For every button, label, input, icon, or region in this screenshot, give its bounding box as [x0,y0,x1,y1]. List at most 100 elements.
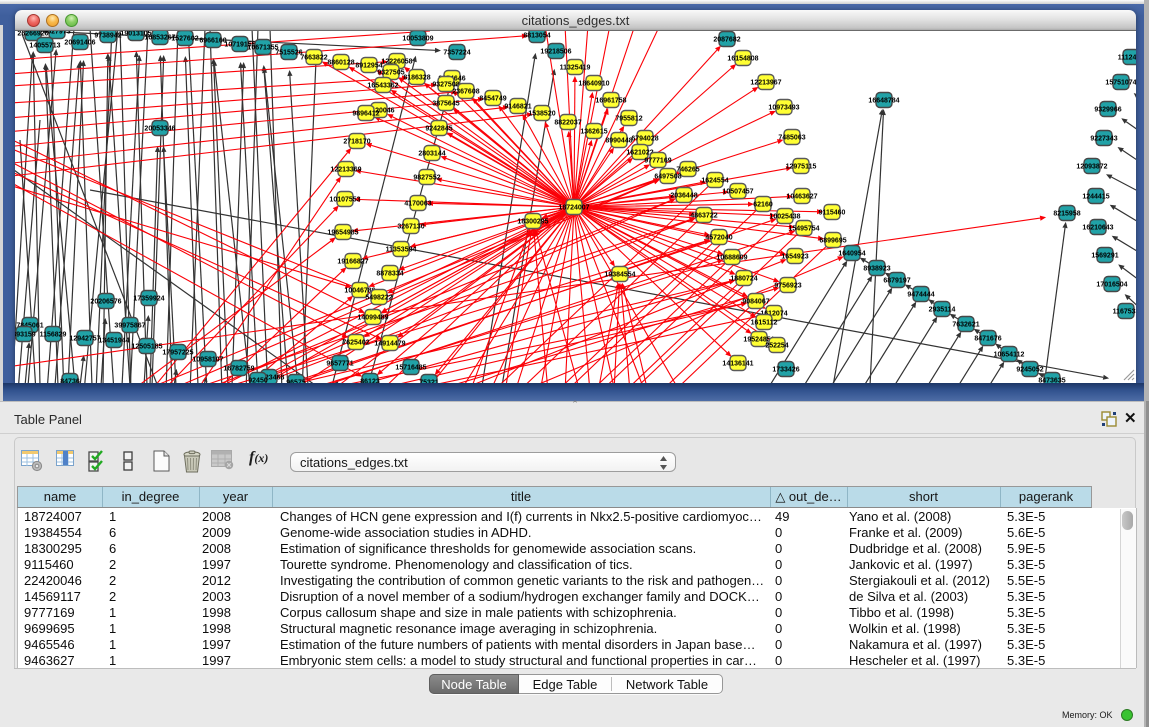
svg-text:10507457: 10507457 [722,188,753,195]
svg-text:2718170: 2718170 [343,138,370,145]
svg-text:11325419: 11325419 [560,64,591,71]
svg-text:19218506: 19218506 [540,48,571,55]
svg-text:6497508: 6497508 [654,173,681,180]
svg-text:12975115: 12975115 [786,163,817,170]
svg-text:18300295: 18300295 [517,218,548,225]
svg-text:9896412: 9896412 [352,110,379,117]
svg-text:10654112: 10654112 [994,351,1025,358]
svg-text:6879197: 6879197 [883,277,910,284]
svg-text:8454749: 8454749 [479,95,506,102]
svg-text:9827552: 9827552 [413,174,440,181]
svg-text:12213369: 12213369 [330,166,361,173]
svg-text:12505185: 12505185 [131,343,162,350]
svg-text:4572040: 4572040 [705,234,732,241]
svg-text:62160: 62160 [753,201,773,208]
svg-text:252254: 252254 [765,342,788,349]
svg-text:2935114: 2935114 [929,306,956,313]
svg-text:8878334: 8878334 [376,270,403,277]
svg-text:1733426: 1733426 [772,366,799,373]
svg-text:6794028: 6794028 [631,135,658,142]
svg-text:9227343: 9227343 [1090,135,1117,142]
svg-text:10958107: 10958107 [192,356,223,363]
svg-text:9657771: 9657771 [326,360,353,367]
svg-text:8860128: 8860128 [327,59,354,66]
svg-text:20691406: 20691406 [64,39,95,46]
svg-text:1569291: 1569291 [1091,252,1118,259]
svg-text:10025438: 10025438 [769,213,800,220]
svg-text:7485063: 7485063 [778,134,805,141]
svg-text:1156829: 1156829 [40,331,67,338]
svg-text:13451944: 13451944 [98,337,129,344]
svg-text:19384554: 19384554 [604,271,635,278]
svg-text:9327505: 9327505 [377,69,404,76]
svg-text:9242845: 9242845 [425,125,452,132]
svg-text:8471676: 8471676 [974,335,1001,342]
svg-text:20053346: 20053346 [144,125,175,132]
svg-text:7625402: 7625402 [342,339,369,346]
svg-text:14136141: 14136141 [722,360,753,367]
svg-text:1527602: 1527602 [171,35,198,42]
svg-text:746265: 746265 [676,166,699,173]
svg-text:15495754: 15495754 [788,225,819,232]
svg-text:7632621: 7632621 [952,321,979,328]
svg-text:8912954: 8912954 [355,62,382,69]
svg-text:2803144: 2803144 [418,150,445,157]
svg-text:9738942: 9738942 [94,32,121,39]
svg-text:10053809: 10053809 [402,35,433,42]
svg-text:17359924: 17359924 [133,295,164,302]
svg-text:18724007: 18724007 [558,204,589,211]
svg-text:9327508: 9327508 [432,81,459,88]
svg-text:8186328: 8186328 [403,74,430,81]
svg-text:6899695: 6899695 [819,237,846,244]
svg-text:3875645: 3875645 [432,100,459,107]
svg-text:10463627: 10463627 [786,193,817,200]
svg-text:9146821: 9146821 [504,103,531,110]
svg-text:14099489: 14099489 [357,314,388,321]
svg-text:5498222: 5498222 [365,294,392,301]
svg-text:393159: 393159 [15,331,36,338]
svg-text:7955812: 7955812 [615,115,642,122]
svg-text:1112473: 1112473 [1118,54,1136,61]
svg-text:15716485: 15716485 [395,364,426,371]
svg-text:4170063: 4170063 [404,200,431,207]
svg-text:19654985: 19654985 [327,229,358,236]
svg-text:10107553: 10107553 [329,196,360,203]
svg-text:18640910: 18640910 [578,80,609,87]
svg-text:4863722: 4863722 [690,212,717,219]
svg-text:2036448: 2036448 [670,192,697,199]
svg-text:1538520: 1538520 [528,110,555,117]
svg-text:17957225: 17957225 [162,349,193,356]
svg-text:9777169: 9777169 [644,157,671,164]
svg-text:11353594: 11353594 [386,246,417,253]
svg-text:9756923: 9756923 [774,282,801,289]
svg-text:12213967: 12213967 [750,79,781,86]
svg-text:19166827: 19166827 [337,258,368,265]
svg-text:14914479: 14914479 [374,340,405,347]
svg-text:2087682: 2087682 [713,36,740,43]
svg-text:1615112: 1615112 [751,319,778,326]
svg-text:1880724: 1880724 [730,275,757,282]
svg-text:8990448: 8990448 [605,137,632,144]
svg-text:16154808: 16154808 [727,55,758,62]
svg-text:1167533: 1167533 [1113,308,1136,315]
svg-text:1654923: 1654923 [781,253,808,260]
svg-text:9474444: 9474444 [907,291,934,298]
svg-text:9115460: 9115460 [819,209,846,216]
svg-text:3267130: 3267130 [397,223,424,230]
svg-text:15751074: 15751074 [1105,79,1136,86]
svg-text:12942757: 12942757 [69,335,100,342]
svg-text:17016504: 17016504 [1096,281,1127,288]
svg-text:16543362: 16543362 [367,82,398,89]
svg-text:10688609: 10688609 [716,254,747,261]
svg-text:8215958: 8215958 [1053,210,1080,217]
svg-text:1640954: 1640954 [838,250,865,257]
svg-text:8822037: 8822037 [554,119,581,126]
svg-text:16210643: 16210643 [1082,224,1113,231]
svg-text:39975867: 39975867 [114,322,145,329]
svg-text:7663822: 7663822 [300,54,327,61]
svg-text:16782759: 16782759 [223,365,254,372]
svg-text:1244415: 1244415 [1082,193,1109,200]
svg-text:7357224: 7357224 [443,49,470,56]
svg-text:9329966: 9329966 [1094,106,1121,113]
svg-text:1624554: 1624554 [701,177,728,184]
